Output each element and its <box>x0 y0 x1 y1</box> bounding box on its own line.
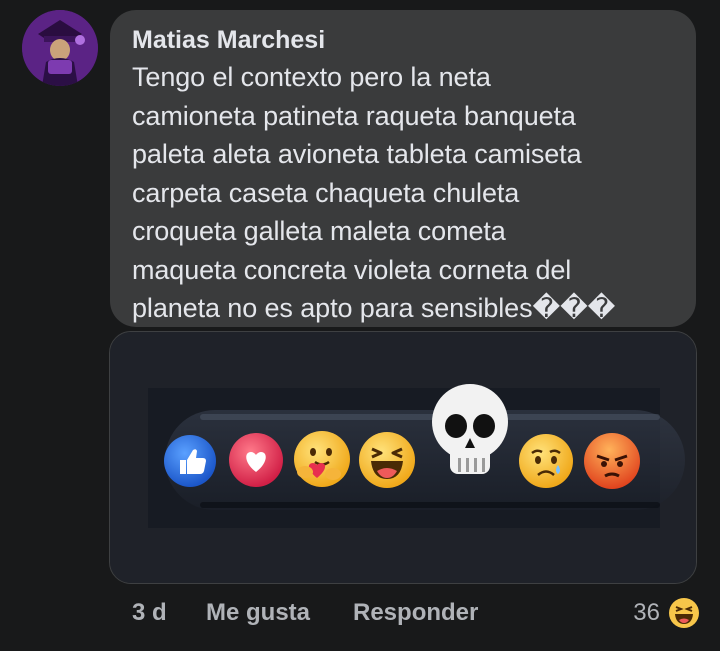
comment-time[interactable]: 3 d <box>132 595 167 631</box>
haha-icon <box>358 431 416 489</box>
love-icon <box>228 432 284 488</box>
skull-icon <box>428 380 512 484</box>
comment-image[interactable] <box>109 331 697 584</box>
angry-icon <box>583 432 641 490</box>
care-icon <box>293 430 351 488</box>
reaction-count[interactable]: 36 <box>633 595 660 631</box>
comment-author[interactable]: Matias Marchesi <box>132 24 676 56</box>
reply-button[interactable]: Responder <box>353 595 478 631</box>
comment-bubble: Matias Marchesi Tengo el contexto pero l… <box>110 10 696 327</box>
avatar[interactable] <box>22 10 98 86</box>
like-icon <box>163 434 217 488</box>
haha-reaction-icon[interactable] <box>668 597 700 629</box>
sad-icon <box>518 433 574 489</box>
avatar-image <box>22 10 98 86</box>
comment-text: Tengo el contexto pero la neta camioneta… <box>132 62 616 323</box>
comment-actions: 3 d Me gusta Responder 36 <box>0 595 720 635</box>
like-button[interactable]: Me gusta <box>206 595 310 631</box>
